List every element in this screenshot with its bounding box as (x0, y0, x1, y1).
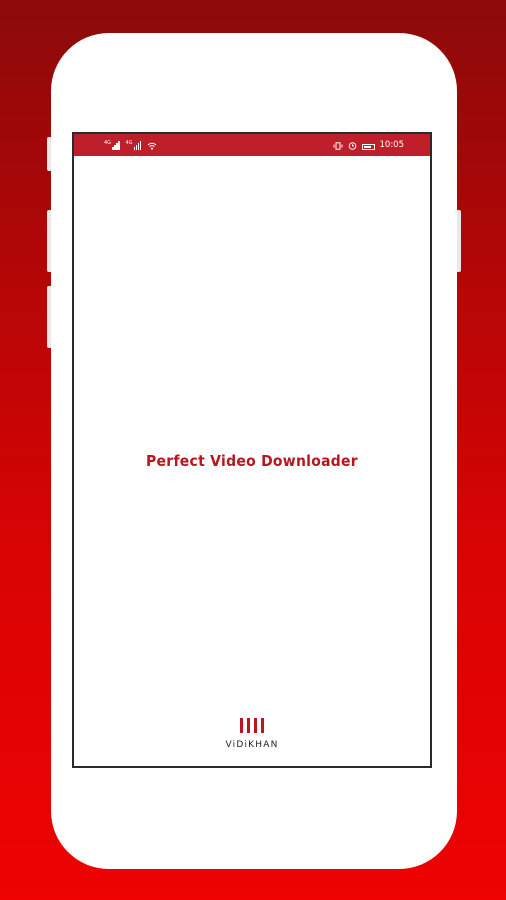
status-bar-right: 10:05 (333, 140, 405, 150)
signal-icon: 4G (125, 139, 142, 150)
brand-logo-icon (240, 718, 264, 733)
wifi-icon (147, 141, 157, 150)
signal-icon: 4G (104, 139, 120, 150)
brand-name: ViDiKHAN (225, 740, 279, 750)
app-title: Perfect Video Downloader (146, 452, 358, 470)
brand-block: ViDiKHAN (74, 718, 430, 750)
status-time: 10:05 (379, 140, 405, 150)
alarm-icon (348, 141, 357, 150)
battery-icon (361, 141, 375, 150)
phone-screen: 4G 4G 10:05 Perfect Video Downloader ViD… (72, 132, 432, 768)
status-bar-left: 4G 4G (104, 139, 157, 150)
network-type-label: 4G (125, 139, 133, 146)
network-type-label: 4G (104, 139, 112, 146)
status-bar: 4G 4G 10:05 (74, 134, 430, 156)
vibrate-icon (333, 141, 343, 150)
